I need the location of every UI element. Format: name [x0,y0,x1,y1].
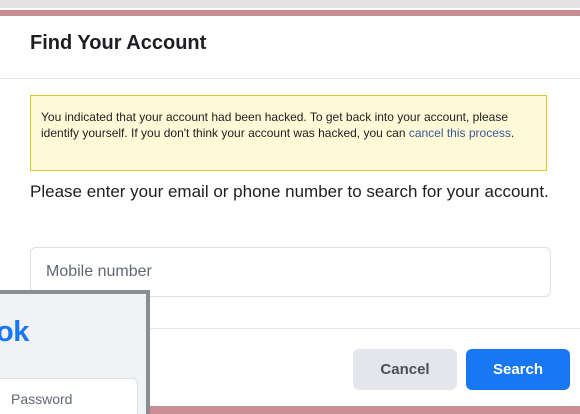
hacked-notice: You indicated that your account had been… [30,95,547,171]
password-field[interactable]: Password [0,378,138,414]
search-button[interactable]: Search [466,349,570,390]
top-window-border [0,10,580,16]
password-placeholder: Password [11,391,73,407]
notice-trailing: . [510,126,515,140]
instructions-text: Please enter your email or phone number … [30,182,549,201]
brand-logo-fragment: ok [0,316,29,348]
dialog-title: Find Your Account [30,32,207,54]
top-window-edge [0,0,580,8]
background-login-window: ok Password [0,290,150,414]
find-account-page: Find Your Account You indicated that you… [0,0,580,414]
title-divider [0,78,580,79]
cancel-process-link[interactable]: cancel this process [409,126,511,140]
bottom-window-border [150,406,580,414]
cancel-button[interactable]: Cancel [353,349,457,390]
